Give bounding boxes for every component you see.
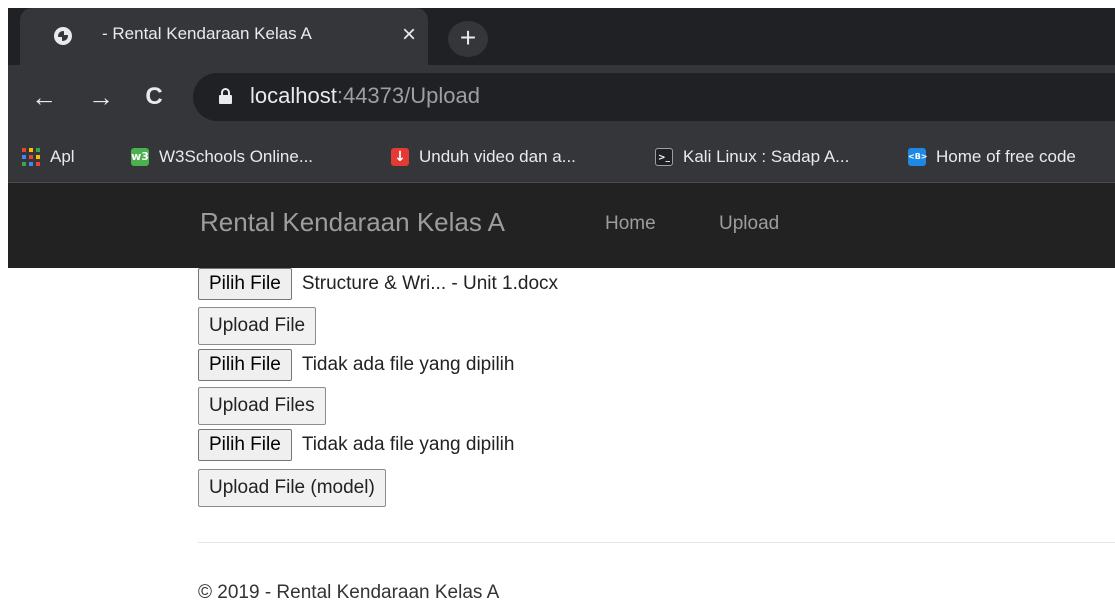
bookmark-unduh-video[interactable]: ↓ Unduh video dan a... (391, 146, 576, 168)
close-tab-icon[interactable]: × (397, 21, 421, 49)
download-icon: ↓ (391, 148, 409, 166)
w3schools-icon: w3 (131, 148, 149, 166)
footer-divider (198, 542, 1115, 543)
bootstrap-icon: <B> (908, 148, 928, 166)
back-arrow-icon[interactable]: ← (28, 82, 60, 114)
bookmark-free-code[interactable]: <B> Home of free code (908, 146, 1076, 168)
selected-file-name: Tidak ada file yang dipilih (301, 354, 515, 375)
lock-icon (219, 88, 232, 104)
bookmark-apps[interactable]: Apl (22, 146, 75, 168)
upload-files-button[interactable]: Upload Files (198, 387, 326, 425)
file-input-2[interactable]: Pilih File Tidak ada file yang dipilih (198, 348, 514, 382)
address-bar[interactable]: localhost:44373/Upload (193, 73, 1115, 121)
terminal-icon: >_ (655, 148, 673, 166)
selected-file-name: Tidak ada file yang dipilih (301, 434, 515, 455)
choose-file-button[interactable]: Pilih File (198, 349, 292, 381)
upload-file-model-button[interactable]: Upload File (model) (198, 469, 386, 507)
site-navbar: Rental Kendaraan Kelas A Home Upload (8, 183, 1115, 268)
choose-file-button[interactable]: Pilih File (198, 268, 292, 300)
reload-icon[interactable]: C (138, 82, 170, 114)
browser-toolbar: ← → C localhost:44373/Upload (8, 65, 1115, 131)
tab-title: - Rental Kendaraan Kelas A (102, 24, 312, 43)
bookmark-kali-linux[interactable]: >_ Kali Linux : Sadap A... (655, 146, 849, 168)
file-input-1[interactable]: Pilih File Structure & Wri... - Unit 1.d… (198, 267, 558, 301)
footer-text: © 2019 - Rental Kendaraan Kelas A (198, 582, 500, 603)
browser-tabstrip: - Rental Kendaraan Kelas A × + (8, 8, 1115, 65)
nav-link-home[interactable]: Home (605, 213, 656, 235)
bookmarks-bar: Apl w3 W3Schools Online... ↓ Unduh video… (8, 131, 1115, 183)
bookmark-w3schools[interactable]: w3 W3Schools Online... (131, 146, 313, 168)
forward-arrow-icon[interactable]: → (85, 82, 117, 114)
file-input-3[interactable]: Pilih File Tidak ada file yang dipilih (198, 428, 514, 462)
navbar-brand[interactable]: Rental Kendaraan Kelas A (200, 207, 505, 238)
upload-file-button[interactable]: Upload File (198, 307, 317, 345)
url-text[interactable]: localhost:44373/Upload (250, 83, 480, 109)
selected-file-name: Structure & Wri... - Unit 1.docx (301, 273, 559, 294)
browser-tab[interactable]: - Rental Kendaraan Kelas A × (20, 8, 428, 65)
choose-file-button[interactable]: Pilih File (198, 429, 292, 461)
globe-icon (54, 27, 72, 45)
apps-grid-icon (22, 148, 40, 166)
new-tab-button[interactable]: + (448, 21, 488, 57)
nav-link-upload[interactable]: Upload (719, 213, 779, 235)
